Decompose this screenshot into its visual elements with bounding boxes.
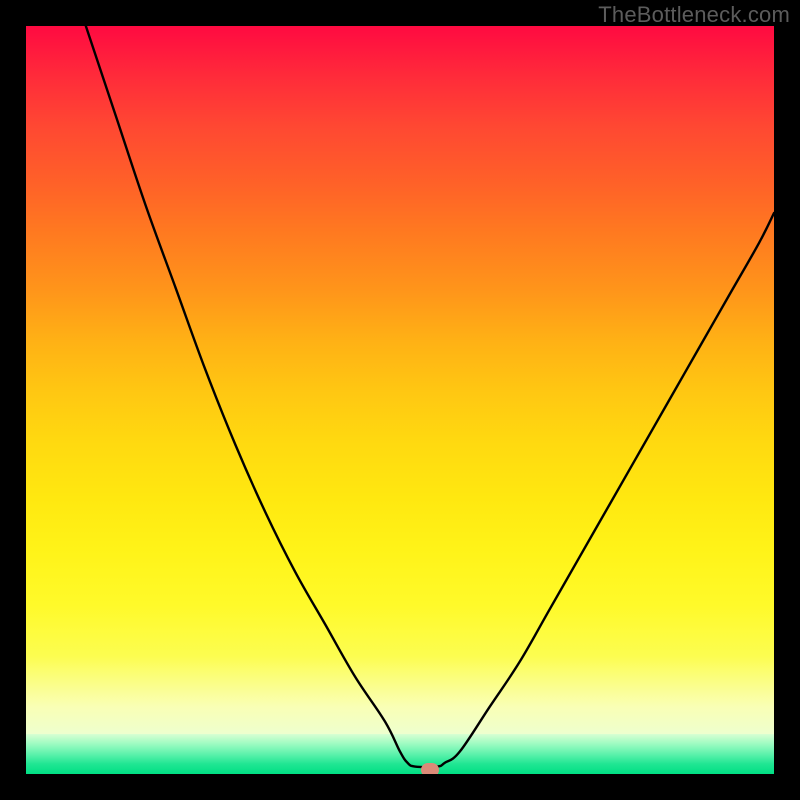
gradient-pale: [26, 656, 774, 734]
optimal-marker: [421, 763, 439, 774]
gradient-top: [26, 26, 774, 656]
watermark-label: TheBottleneck.com: [598, 2, 790, 28]
chart-frame: TheBottleneck.com: [0, 0, 800, 800]
plot-area: [26, 26, 774, 774]
gradient-green: [26, 734, 774, 774]
